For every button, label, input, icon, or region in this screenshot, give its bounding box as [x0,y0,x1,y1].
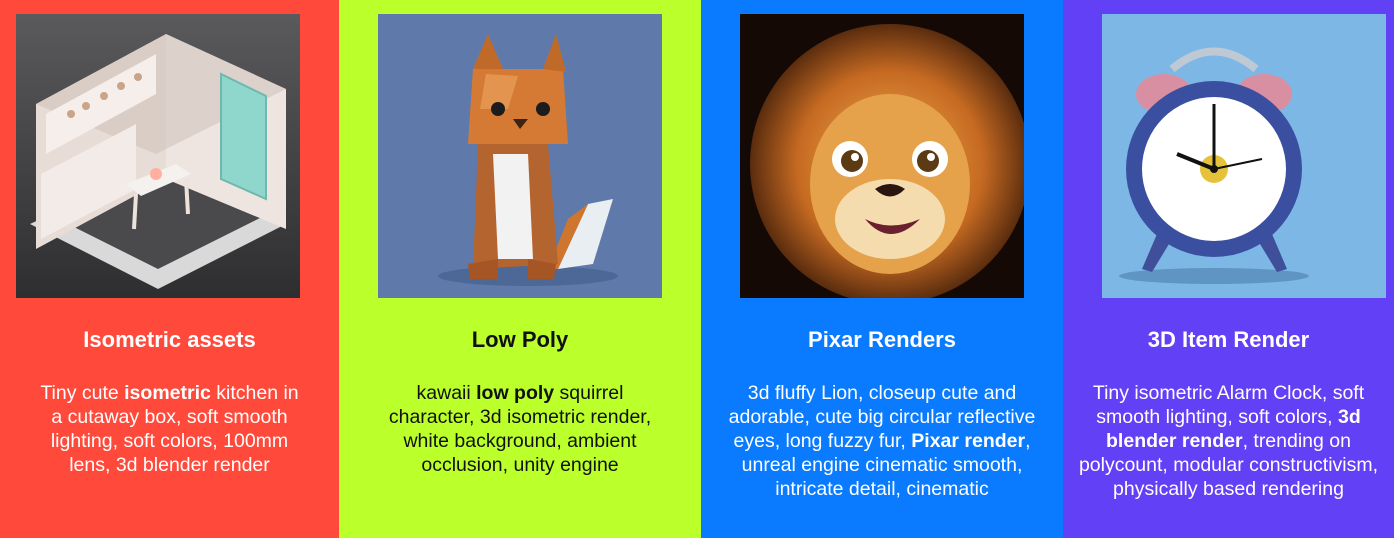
card-title: Isometric assets [83,327,256,352]
keyword-highlight: low poly [476,382,555,404]
card-isometric-assets: Isometric assets Tiny cute isometric kit… [0,0,339,538]
isometric-kitchen-icon [16,14,300,298]
low-poly-squirrel-icon [378,14,662,298]
style-gallery: Isometric assets Tiny cute isometric kit… [0,0,1394,538]
card-description: kawaii low poly squirrel character, 3d i… [388,382,652,476]
keyword-highlight: isometric [124,382,211,404]
card-title: Low Poly [471,327,569,352]
alarm-clock-icon [1102,14,1386,298]
card-low-poly: Low Poly kawaii low poly squirrel charac… [339,0,701,538]
card-description: 3d fluffy Lion, closeup cute and adorabl… [728,382,1036,500]
card-description: Tiny cute isometric kitchen in a cutaway… [40,382,299,476]
card-3d-item-render: 3D Item Render Tiny isometric Alarm Cloc… [1063,0,1394,538]
card-description: Tiny isometric Alarm Clock, soft smooth … [1078,382,1379,500]
keyword-highlight: Pixar render [911,430,1026,452]
card-title: Pixar Renders [808,327,956,352]
card-pixar-renders: Pixar Renders 3d fluffy Lion, closeup cu… [701,0,1063,538]
pixar-lion-icon [740,14,1024,298]
card-title: 3D Item Render [1147,327,1310,352]
